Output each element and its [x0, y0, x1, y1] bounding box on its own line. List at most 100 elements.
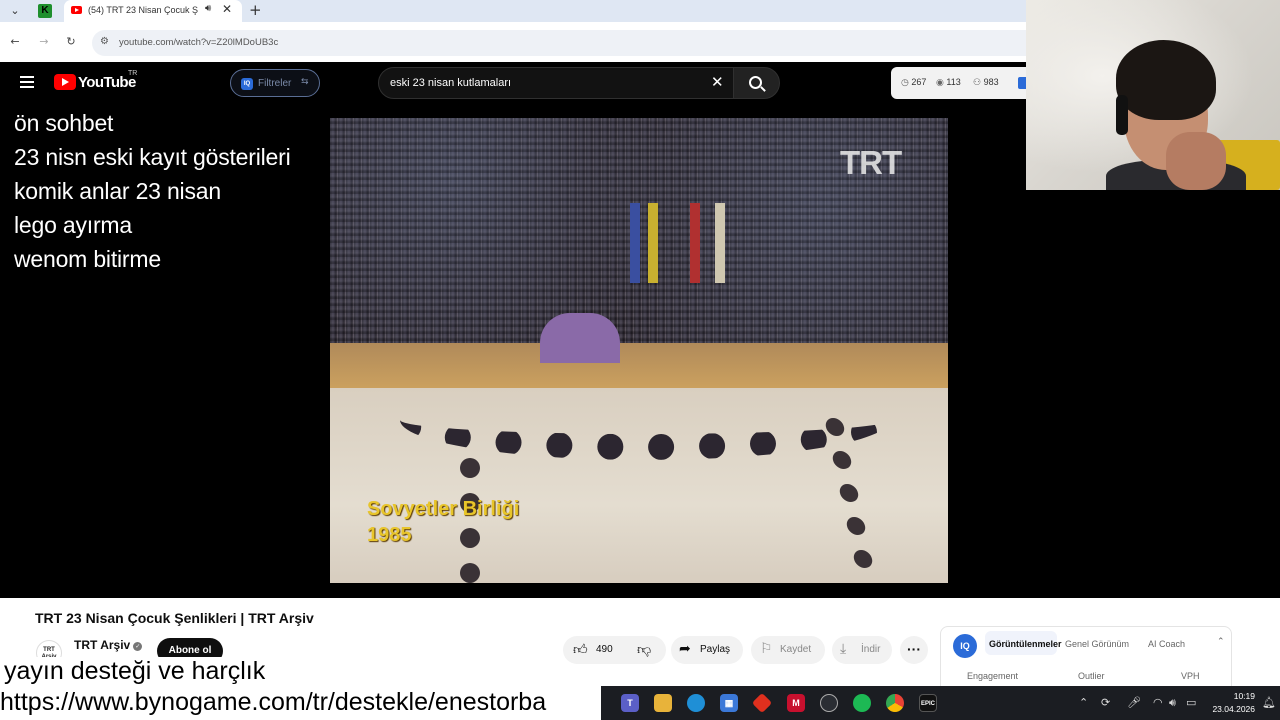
notification-bell-icon[interactable]: 🔔︎: [1262, 696, 1276, 709]
video-player[interactable]: TRT Sovyetler Birliği 1985: [330, 118, 948, 583]
trt-watermark: TRT: [840, 144, 902, 181]
microphone-icon[interactable]: 🎤︎: [1127, 696, 1141, 709]
chevron-up-icon[interactable]: ⌃: [1217, 637, 1225, 647]
browser-toolbar: ← → ↻ ⚙ youtube.com/watch?v=Z20lMDoUB3c: [0, 22, 1026, 62]
vidiq-icon: IQ: [241, 78, 253, 90]
share-label: Paylaş: [700, 644, 731, 655]
topic-item: komik anlar 23 nisan: [14, 178, 221, 204]
spotify-icon[interactable]: [853, 694, 871, 712]
clear-search-icon[interactable]: ✕: [711, 73, 724, 91]
battery-icon[interactable]: ▭: [1186, 696, 1196, 709]
download-button[interactable]: ⤓ İndir: [832, 636, 892, 664]
donation-text: yayın desteği ve harçlık: [2, 657, 268, 686]
webcam-person-hair: [1116, 40, 1216, 120]
chevron-up-icon[interactable]: ⌃: [1079, 696, 1088, 709]
video-caption-location: Sovyetler Birliği: [367, 498, 520, 520]
search-input[interactable]: eski 23 nisan kutlamaları ✕: [378, 67, 734, 99]
url-text: youtube.com/watch?v=Z20lMDoUB3c: [119, 37, 279, 48]
share-button[interactable]: ➦ Paylaş: [671, 636, 743, 664]
topic-item: wenom bitirme: [14, 246, 161, 272]
folder-icon[interactable]: [654, 694, 672, 712]
stat-views: ◉ 113: [936, 77, 961, 88]
windows-taskbar: T ▦ M EPIC ⌃ ⟳ 🎤︎ ◠ 🔊︎ ▭ 10:19 23.04.2026…: [601, 686, 1280, 720]
edge-icon[interactable]: [687, 694, 705, 712]
column-outlier: Outlier: [1078, 671, 1105, 681]
eye-icon: ◉: [936, 78, 944, 88]
more-options-icon[interactable]: ···: [900, 636, 928, 664]
video-choir: [540, 313, 620, 363]
plus-icon[interactable]: +: [249, 1, 262, 19]
clock[interactable]: 10:19 23.04.2026: [1209, 690, 1255, 716]
download-icon: ⤓: [840, 641, 847, 657]
video-flag: [690, 203, 700, 283]
vidiq-logo-icon: IQ: [953, 634, 977, 658]
tab-youtube[interactable]: (54) TRT 23 Nisan Çocuk Şe 🔊︎ ✕: [64, 0, 242, 22]
video-caption-year: 1985: [367, 524, 412, 546]
donation-url: https://www.bynogame.com/tr/destekle/ene…: [0, 688, 601, 720]
tab-title: (54) TRT 23 Nisan Çocuk Şe: [88, 5, 198, 15]
thumbs-down-icon[interactable]: 👎︎: [637, 641, 651, 658]
like-dislike-group: 👍︎ 490 👎︎: [563, 636, 666, 664]
mcafee-icon[interactable]: M: [787, 694, 805, 712]
download-label: İndir: [861, 644, 881, 655]
save-label: Kaydet: [780, 644, 812, 655]
video-title: TRT 23 Nisan Çocuk Şenlikleri | TRT Arşi…: [35, 610, 314, 626]
clock-icon: ◷: [901, 78, 909, 88]
vidiq-stats-bar[interactable]: ◷ 267 ◉ 113 ⚇ 983: [891, 67, 1030, 99]
stat-likes: ◷ 267: [901, 77, 926, 88]
forward-arrow-icon[interactable]: →: [36, 34, 52, 50]
video-flag: [630, 203, 640, 283]
youtube-logo-icon[interactable]: [54, 74, 76, 90]
channel-name-text: TRT Arşiv: [74, 638, 131, 652]
youtube-header: YouTube TR IQ Filtreler ⇆ eski 23 nisan …: [0, 62, 1030, 104]
thumbs-up-icon[interactable]: 👍︎: [573, 641, 588, 658]
tab-ai-coach[interactable]: AI Coach: [1148, 639, 1185, 649]
column-vph: VPH: [1181, 671, 1200, 681]
clock-time: 10:19: [1233, 691, 1255, 701]
wifi-icon[interactable]: ◠: [1153, 696, 1163, 709]
people-icon: ⚇: [973, 78, 982, 88]
epic-games-icon[interactable]: EPIC: [919, 694, 937, 712]
webcam-feed: [1026, 0, 1280, 190]
youtube-favicon-icon: [71, 6, 82, 14]
sync-icon[interactable]: ⟳: [1101, 696, 1110, 709]
save-button[interactable]: ⚐ Kaydet: [751, 636, 825, 664]
address-bar[interactable]: ⚙ youtube.com/watch?v=Z20lMDoUB3c: [92, 30, 1026, 56]
column-engagement: Engagement: [967, 671, 1019, 681]
search-button[interactable]: [733, 67, 780, 99]
app-diamond-icon[interactable]: [751, 692, 773, 714]
stat-subs-value: 983: [983, 77, 999, 87]
site-settings-icon[interactable]: ⚙: [100, 36, 109, 47]
stat-views-value: 113: [946, 77, 961, 87]
like-count[interactable]: 490: [596, 644, 613, 655]
menu-icon[interactable]: [20, 76, 34, 88]
webcam-person-hand: [1166, 132, 1226, 190]
store-icon[interactable]: ▦: [720, 694, 738, 712]
stat-likes-value: 267: [911, 77, 927, 87]
volume-icon[interactable]: 🔊︎: [1169, 696, 1176, 710]
topic-item: 23 nisn eski kayıt gösterileri: [14, 144, 291, 170]
tab-views[interactable]: Görüntülenmeler: [989, 639, 1062, 649]
back-arrow-icon[interactable]: ←: [7, 34, 23, 50]
browser-tab-strip: ⌄ K (54) TRT 23 Nisan Çocuk Şe 🔊︎ ✕ +: [0, 0, 1026, 22]
country-code: TR: [128, 70, 138, 77]
filters-label: Filtreler: [258, 78, 292, 89]
search-icon: [749, 76, 762, 89]
chevron-down-icon[interactable]: ⌄: [7, 3, 23, 19]
stat-subs: ⚇ 983: [973, 77, 999, 88]
steam-icon[interactable]: [820, 694, 838, 712]
search-query: eski 23 nisan kutlamaları: [390, 77, 512, 89]
video-dancers: [400, 380, 890, 460]
chrome-icon[interactable]: [886, 694, 904, 712]
clock-date: 23.04.2026: [1212, 704, 1255, 714]
channel-name[interactable]: TRT Arşiv ✓: [74, 638, 143, 652]
pinned-tab-k-icon[interactable]: K: [38, 4, 52, 18]
tab-overview[interactable]: Genel Görünüm: [1065, 639, 1129, 649]
speaker-icon[interactable]: 🔊︎: [205, 3, 211, 14]
close-icon[interactable]: ✕: [222, 2, 232, 16]
reload-icon[interactable]: ↻: [63, 34, 79, 50]
filters-button[interactable]: IQ Filtreler ⇆: [230, 69, 320, 97]
teams-icon[interactable]: T: [621, 694, 639, 712]
video-flag: [648, 203, 658, 283]
sliders-icon: ⇆: [301, 77, 309, 87]
